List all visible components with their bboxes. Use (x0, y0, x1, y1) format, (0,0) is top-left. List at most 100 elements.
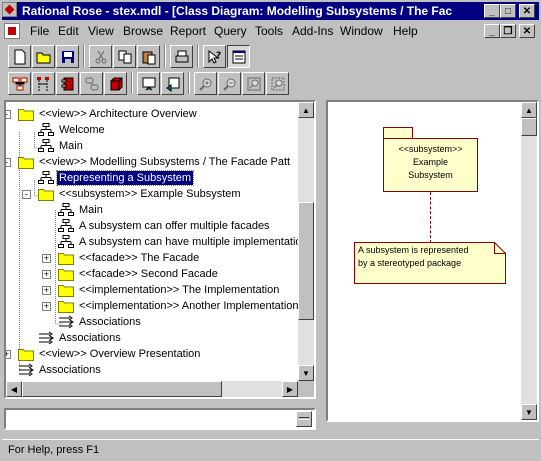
document-icon[interactable] (4, 23, 20, 39)
minimize-button[interactable]: _ (484, 4, 500, 18)
tree-vertical-scrollbar[interactable]: ▲ ▼ (298, 102, 314, 381)
collapse-toggle[interactable]: - (6, 110, 11, 119)
tree-item[interactable]: Representing a Subsystem (38, 170, 195, 186)
tree-item[interactable]: <<view>> Architecture Overview (18, 106, 199, 122)
close-icon: ✕ (522, 5, 532, 17)
menu-add-ins[interactable]: Add-Ins (292, 24, 333, 38)
note-text[interactable]: A subsystem is represented by a stereoty… (358, 244, 498, 270)
title-bar[interactable]: Rational Rose - stex.mdl - [Class Diagra… (2, 2, 539, 20)
diagram-vertical-scrollbar[interactable]: ▲ ▼ (521, 102, 537, 420)
menu-view[interactable]: View (88, 24, 114, 38)
folder-icon (58, 253, 74, 265)
menu-browse[interactable]: Browse (123, 24, 163, 38)
tree-item[interactable]: Main (58, 202, 105, 218)
menu-report[interactable]: Report (170, 24, 206, 38)
close-button[interactable]: ✕ (519, 4, 535, 18)
app-icon[interactable] (2, 2, 17, 17)
scroll-thumb[interactable] (298, 202, 314, 320)
browse-parent-button[interactable] (137, 72, 160, 95)
browser-tree[interactable]: - <<view>> Architecture Overview Welcome Ma… (4, 100, 316, 399)
scroll-right-button[interactable]: ▶ (282, 381, 298, 397)
scroll-thumb[interactable] (521, 118, 537, 136)
zoom-out-button[interactable] (218, 72, 241, 95)
package-subsystem[interactable]: <<subsystem>> Example Subsystem (383, 138, 478, 192)
svg-text:?: ? (216, 51, 221, 61)
menu-edit[interactable]: Edit (58, 24, 79, 38)
menu-help[interactable]: Help (393, 24, 418, 38)
zoom-in-button[interactable] (194, 72, 217, 95)
browse-interaction-diagram-button[interactable] (32, 72, 55, 95)
browse-class-diagram-button[interactable] (8, 72, 31, 95)
minimize-icon: _ (489, 5, 495, 17)
fit-window-button[interactable] (242, 72, 265, 95)
new-button[interactable] (8, 45, 31, 68)
class-diagram-canvas[interactable]: <<subsystem>> Example Subsystem A subsys… (326, 100, 539, 422)
tree-item[interactable]: Associations (18, 362, 103, 378)
package-stereotype: <<subsystem>> (398, 144, 463, 154)
cut-button[interactable] (89, 45, 112, 68)
expand-toggle[interactable]: + (42, 270, 51, 279)
collapse-toggle[interactable]: - (6, 158, 11, 167)
menu-query[interactable]: Query (214, 24, 247, 38)
arrow-up-icon: ▲ (525, 105, 533, 115)
doc-minimize-button[interactable]: _ (484, 24, 500, 38)
tree-item[interactable]: <<view>> Overview Presentation (18, 346, 202, 362)
scroll-up-button[interactable]: ▲ (298, 102, 314, 118)
new-icon (14, 49, 25, 64)
browse-component-diagram-button[interactable] (56, 72, 79, 95)
scroll-left-button[interactable]: ◀ (6, 381, 22, 397)
tree-item[interactable]: <<implementation>> Another Implementatio… (58, 298, 298, 314)
scroll-down-button[interactable]: ▼ (298, 365, 314, 381)
browse-state-diagram-button[interactable] (80, 72, 103, 95)
menu-bar: File Edit View Browse Report Query Tools… (2, 21, 539, 41)
tree-item[interactable]: Welcome (38, 122, 107, 138)
documentation-field[interactable] (4, 408, 316, 430)
doc-restore-button[interactable]: ❐ (500, 24, 516, 38)
tree-item[interactable]: <<subsystem>> Example Subsystem (38, 186, 243, 202)
menu-file[interactable]: File (30, 24, 49, 38)
menu-window[interactable]: Window (340, 24, 383, 38)
expand-toggle[interactable]: + (42, 286, 51, 295)
expand-toggle[interactable]: + (42, 254, 51, 263)
doc-close-button[interactable]: ✕ (519, 24, 535, 38)
tree-item[interactable]: Associations (58, 314, 143, 330)
pane-splitter[interactable] (318, 100, 324, 430)
paste-button[interactable] (137, 45, 160, 68)
browse-window-button[interactable] (227, 45, 250, 68)
tree-item[interactable]: <<view>> Modelling Subsystems / The Faca… (18, 154, 292, 170)
scroll-down-button[interactable]: ▼ (521, 404, 537, 420)
scroll-thumb[interactable] (22, 381, 222, 397)
expand-toggle[interactable]: + (6, 350, 11, 359)
tree-item[interactable]: Associations (38, 330, 123, 346)
note-anchor (430, 192, 431, 243)
context-help-button[interactable]: ? (203, 45, 226, 68)
tree-horizontal-scrollbar[interactable]: ◀ ▶ (6, 381, 298, 397)
grip-icon (299, 417, 309, 420)
menu-tools[interactable]: Tools (255, 24, 283, 38)
documentation-grip[interactable] (296, 411, 312, 427)
print-button[interactable] (170, 45, 193, 68)
scroll-up-button[interactable]: ▲ (521, 102, 537, 118)
toolbar-separator (188, 72, 190, 94)
tree-item[interactable]: Main (38, 138, 85, 154)
save-button[interactable] (56, 45, 79, 68)
fit-window-icon (247, 77, 260, 90)
copy-button[interactable] (113, 45, 136, 68)
browse-deployment-button[interactable] (104, 72, 127, 95)
tree-item[interactable]: <<facade>> The Facade (58, 250, 201, 266)
browse-previous-button[interactable] (161, 72, 184, 95)
tree-item-label: Associations (79, 316, 141, 328)
expand-toggle[interactable]: + (42, 302, 51, 311)
open-button[interactable] (32, 45, 55, 68)
tree-item[interactable]: A subsystem can have multiple implementa… (58, 234, 298, 250)
tree-item-label: <<view>> Overview Presentation (39, 348, 201, 360)
note-line1: A subsystem is represented (358, 245, 469, 255)
undo-fit-button[interactable] (266, 72, 289, 95)
tree-item-label: Main (79, 204, 103, 216)
tree-item[interactable]: <<implementation>> The Implementation (58, 282, 281, 298)
folder-icon (58, 269, 74, 281)
tree-item[interactable]: A subsystem can offer multiple facades (58, 218, 272, 234)
collapse-toggle[interactable]: - (22, 190, 31, 199)
maximize-button[interactable]: □ (500, 4, 516, 18)
tree-item[interactable]: <<facade>> Second Facade (58, 266, 220, 282)
